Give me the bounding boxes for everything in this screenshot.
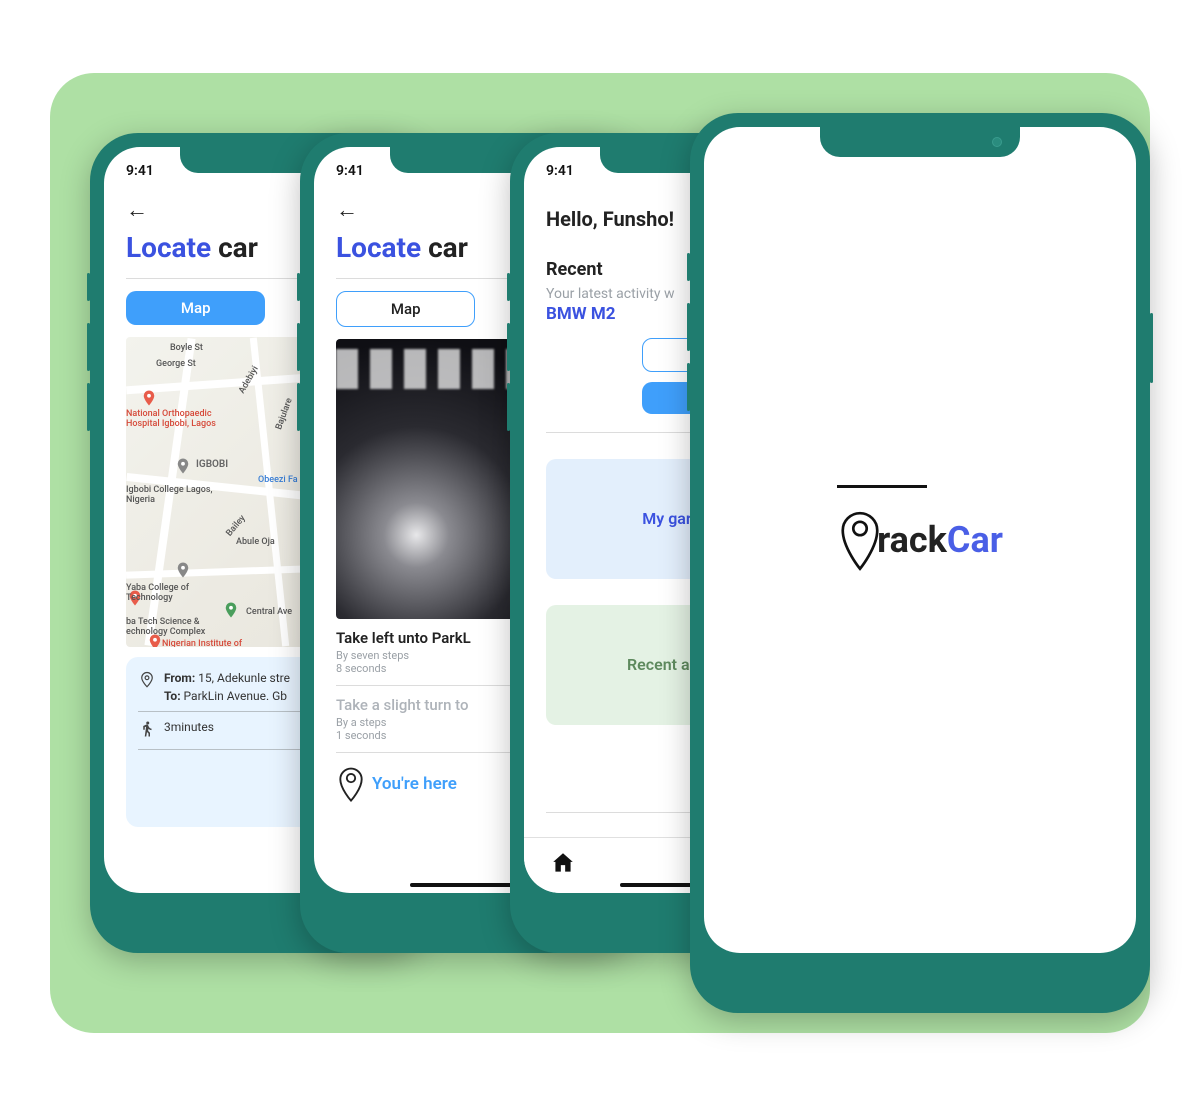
home-icon[interactable] [550,850,576,880]
pin-icon [336,765,366,803]
pin-icon [138,671,156,692]
back-button[interactable]: ← [336,197,358,223]
walk-icon [138,720,156,741]
back-button[interactable]: ← [126,197,148,223]
eta-text: 3minutes [164,720,214,734]
map-tab-button[interactable]: Map [126,291,265,325]
app-logo: rackCar [837,505,1003,575]
phone-splash: rackCar [690,113,1150,1013]
map-tab-button[interactable]: Map [336,291,475,327]
